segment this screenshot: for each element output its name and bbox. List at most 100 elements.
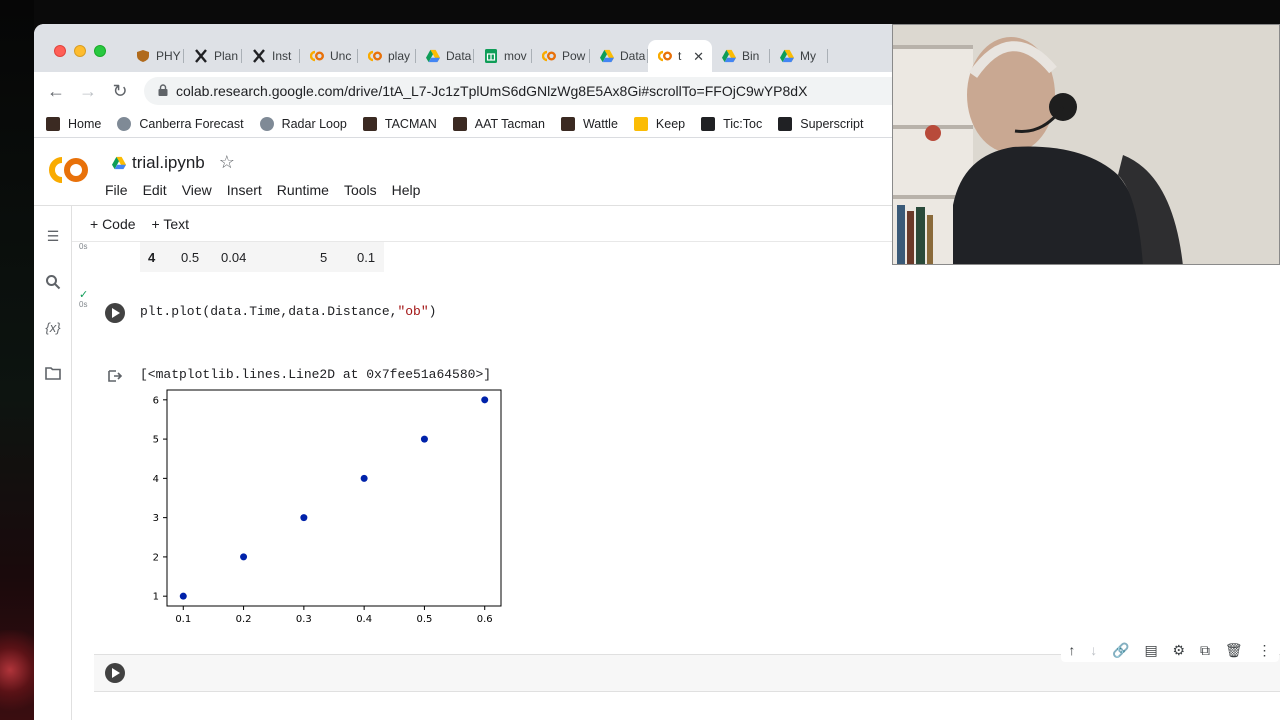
tab-label: Inst [272,49,292,63]
forward-arrow-icon[interactable]: → [78,81,98,102]
close-window-button[interactable] [54,45,66,57]
code-prefix: plt.plot(data.Time,data.Distance, [140,304,398,319]
run-cell-button[interactable] [105,663,125,683]
tab-label: Data [446,49,472,63]
browser-tab[interactable]: Unc [300,40,358,72]
menu-edit[interactable]: Edit [143,182,167,198]
drive-icon [600,49,614,63]
add-text-button[interactable]: + Text [152,216,190,232]
browser-tab[interactable]: play [358,40,416,72]
close-tab-icon[interactable]: ✕ [693,49,704,65]
tab-label: PHY [156,49,181,63]
df-index: 4 [148,250,156,265]
tab-label: Plan [214,49,239,63]
bookmark-favicon-icon [46,116,60,131]
cell-exec-time: 0s [79,300,88,309]
drive-icon [722,49,736,63]
x-tick-label: 0.5 [416,614,432,625]
bookmark-favicon-icon [452,116,467,131]
menu-view[interactable]: View [182,182,212,198]
bookmark-favicon-icon [778,116,793,131]
desktop-background [0,0,34,720]
tab-label: Bin [742,49,760,63]
y-tick-label: 6 [153,395,159,406]
webcam-overlay [892,24,1280,265]
code-text[interactable]: plt.plot(data.Time,data.Distance,"ob") [140,304,436,319]
shield-icon [136,49,150,63]
move-up-icon[interactable]: ↑ [1068,642,1075,658]
browser-tab[interactable]: Bin [712,40,770,72]
menu-file[interactable]: File [105,182,128,198]
browser-tab[interactable]: My [770,40,828,72]
colab-logo-icon [49,157,88,183]
bookmark-label: Radar Loop [281,116,347,131]
bookmark-item[interactable]: Wattle [560,116,618,131]
table-of-contents-icon[interactable]: ☰ [44,228,62,246]
bookmark-item[interactable]: Radar Loop [259,116,347,131]
bookmark-item[interactable]: AAT Tacman [452,116,545,131]
code-string: "ob" [397,304,429,319]
move-down-icon[interactable]: ↓ [1090,642,1097,658]
scatter-plot: 0.1 0.2 0.3 0.4 0.5 0.6 1 2 3 4 5 6 [153,389,502,625]
y-tick-label: 5 [153,435,159,446]
bookmark-label: TACMAN [384,116,437,131]
menu-insert[interactable]: Insert [227,182,262,198]
maximize-window-button[interactable] [94,45,106,57]
drive-icon [112,156,126,169]
tab-label: play [388,49,411,63]
browser-tab[interactable]: Data [590,40,648,72]
browser-tab[interactable]: Pow [532,40,590,72]
output-text: [<matplotlib.lines.Line2D at 0x7fee51a64… [140,367,492,382]
more-options-icon[interactable]: ⋮ [1257,642,1271,659]
tabs: PHY Plan Inst Unc play Data mov Pow Data t ✕ Bin My [126,40,828,72]
df-cell: 5 [320,250,328,265]
variables-icon[interactable]: {x} [44,320,62,338]
bookmark-favicon-icon [560,116,575,131]
drive-icon [780,49,794,63]
menu-help[interactable]: Help [392,182,421,198]
browser-tab[interactable]: Data [416,40,474,72]
data-point [420,435,428,443]
code-cell[interactable]: plt.plot(data.Time,data.Distance,"ob") [95,294,1280,332]
back-arrow-icon[interactable]: ← [46,81,66,102]
menu-bar: File Edit View Insert Runtime Tools Help [105,182,435,198]
x-icon [252,49,266,63]
notebook-title-text[interactable]: trial.ipynb [132,153,205,173]
star-icon[interactable]: ☆ [219,152,235,173]
bookmark-item[interactable]: Home [46,116,101,131]
bookmark-favicon-icon [117,116,132,131]
delete-icon[interactable]: 🗑 [1225,642,1243,659]
run-cell-button[interactable] [105,303,125,323]
output-menu-icon[interactable] [107,369,123,383]
bookmark-item[interactable]: Tic:Toc [701,116,762,131]
link-icon[interactable]: 🔗 [1112,642,1129,659]
webcam-image [893,25,1279,264]
browser-tab[interactable]: Plan [184,40,242,72]
browser-tab[interactable]: mov [474,40,532,72]
x-tick-label: 0.2 [236,614,252,625]
add-code-button[interactable]: + Code [90,216,136,232]
bookmark-favicon-icon [259,116,274,131]
folder-icon[interactable] [44,366,62,384]
x-tick-label: 0.6 [477,614,493,625]
bookmark-item[interactable]: Superscript [778,116,863,131]
gear-icon[interactable]: ⚙ [1173,642,1186,659]
browser-tab[interactable]: t ✕ [648,40,712,72]
search-icon[interactable] [44,274,62,292]
notebook-title[interactable]: trial.ipynb ☆ [112,152,235,173]
browser-tab[interactable]: PHY [126,40,184,72]
bookmark-item[interactable]: Canberra Forecast [117,116,244,131]
comment-icon[interactable]: ▤ [1144,642,1157,659]
bookmark-item[interactable]: Keep [633,116,685,131]
bookmark-favicon-icon [633,116,648,131]
menu-runtime[interactable]: Runtime [277,182,329,198]
data-point [300,514,308,522]
drive-icon [426,49,440,63]
minimize-window-button[interactable] [74,45,86,57]
reload-icon[interactable]: ↻ [110,81,130,102]
mirror-cell-icon[interactable]: ⧉ [1200,642,1210,659]
bookmark-item[interactable]: TACMAN [362,116,437,131]
y-tick-label: 4 [153,474,159,485]
menu-tools[interactable]: Tools [344,182,377,198]
browser-tab[interactable]: Inst [242,40,300,72]
